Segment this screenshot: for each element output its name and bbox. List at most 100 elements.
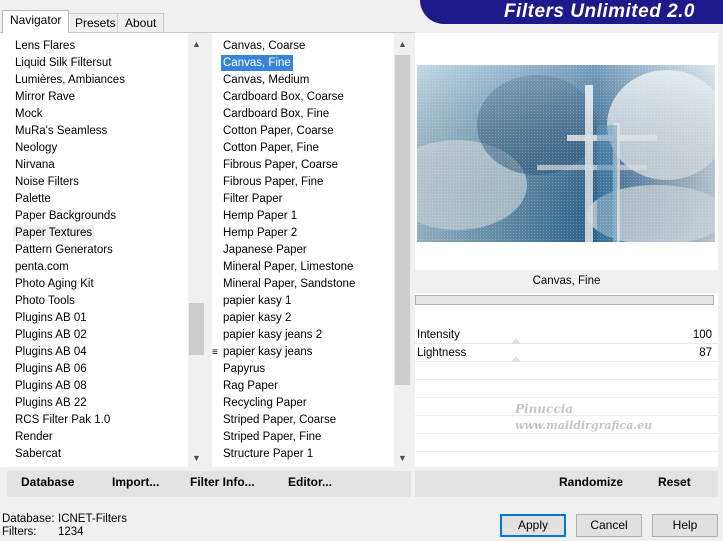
slider-marker-icon[interactable]	[511, 356, 521, 362]
list-item[interactable]: Hemp Paper 2	[212, 225, 393, 242]
list-item[interactable]: Cotton Paper, Fine	[212, 140, 393, 157]
list-item-label: Pattern Generators	[15, 244, 113, 256]
list-item[interactable]: Render	[0, 429, 187, 446]
list-item[interactable]: Canvas, Coarse	[212, 38, 393, 55]
list-item[interactable]: Mineral Paper, Sandstone	[212, 276, 393, 293]
list-item[interactable]: ≡ papier kasy jeans	[212, 344, 393, 361]
list-item[interactable]: Fibrous Paper, Coarse	[212, 157, 393, 174]
filter-scroll-thumb[interactable]	[395, 55, 410, 385]
list-item[interactable]: Japanese Paper	[212, 242, 393, 259]
param-label: Lightness	[417, 347, 467, 359]
list-item-label: Canvas, Coarse	[223, 40, 306, 52]
list-item[interactable]: Photo Aging Kit	[0, 276, 187, 293]
scroll-up-arrow-icon[interactable]: ▲	[188, 36, 205, 53]
category-scrollbar[interactable]: ▲ ▼	[188, 33, 205, 467]
status-filters: Filters: 1234	[2, 526, 84, 538]
list-item[interactable]: Recycling Paper	[212, 395, 393, 412]
list-item[interactable]: Paper Textures	[0, 225, 187, 242]
list-item[interactable]: Sabercat	[0, 446, 187, 463]
list-item[interactable]: Striped Paper, Fine	[212, 429, 393, 446]
list-item[interactable]: Rag Paper	[212, 378, 393, 395]
editor-button[interactable]: Editor...	[288, 475, 332, 489]
import-button[interactable]: Import...	[112, 475, 159, 489]
list-item-label: papier kasy jeans 2	[223, 329, 323, 341]
help-button[interactable]: Help	[652, 514, 718, 537]
list-item[interactable]: Striped Paper, Coarse	[212, 412, 393, 429]
list-item[interactable]: Neology	[0, 140, 187, 157]
list-item[interactable]: Plugins AB 01	[0, 310, 187, 327]
list-item[interactable]: MuRa's Seamless	[0, 123, 187, 140]
param-value: 87	[699, 347, 712, 359]
list-item[interactable]: Pattern Generators	[0, 242, 187, 259]
param-intensity[interactable]: Intensity 100	[415, 326, 718, 344]
list-item-label: papier kasy jeans	[223, 346, 313, 358]
list-item[interactable]: Lens Flares	[0, 38, 187, 55]
list-item[interactable]: Structure Paper 1	[212, 446, 393, 463]
list-item[interactable]: Noise Filters	[0, 174, 187, 191]
list-item-label: Canvas, Medium	[223, 74, 310, 86]
scroll-down-arrow-icon[interactable]: ▼	[394, 450, 411, 467]
list-item[interactable]: papier kasy 1	[212, 293, 393, 310]
list-item[interactable]: Filter Paper	[212, 191, 393, 208]
category-list[interactable]: Lens Flares Liquid Silk Filtersut Lumières…	[0, 33, 205, 467]
list-item[interactable]: papier kasy jeans 2	[212, 327, 393, 344]
list-item-label: Striped Paper, Coarse	[223, 414, 337, 426]
list-item[interactable]: Fibrous Paper, Fine	[212, 174, 393, 191]
list-item[interactable]: Canvas, Medium	[212, 72, 393, 89]
list-item[interactable]: RCS Filter Pak 1.0	[0, 412, 187, 429]
list-item[interactable]: Hemp Paper 1	[212, 208, 393, 225]
preview-panel: Canvas, Fine Intensity 100 Lightness 87 …	[415, 33, 718, 467]
cancel-button[interactable]: Cancel	[576, 514, 642, 537]
list-item[interactable]: Paper Backgrounds	[0, 208, 187, 225]
list-item[interactable]: Palette	[0, 191, 187, 208]
product-banner: Filters Unlimited 2.0	[420, 0, 723, 24]
randomize-button[interactable]: Randomize	[559, 475, 623, 489]
tab-presets[interactable]: Presets	[67, 13, 124, 32]
list-item[interactable]: penta.com	[0, 259, 187, 276]
tab-navigator[interactable]: Navigator	[2, 10, 70, 33]
filter-scrollbar[interactable]: ▲ ▼	[394, 33, 411, 467]
scroll-down-arrow-icon[interactable]: ▼	[188, 450, 205, 467]
list-item[interactable]: Mock	[0, 106, 187, 123]
list-item[interactable]: papier kasy 2	[212, 310, 393, 327]
category-scroll-thumb[interactable]	[189, 303, 204, 355]
list-item-label: MuRa's Seamless	[15, 125, 108, 137]
list-item[interactable]: Photo Tools	[0, 293, 187, 310]
list-item[interactable]: Nirvana	[0, 157, 187, 174]
tab-strip: Navigator Presets About	[0, 0, 420, 33]
list-item-label: Lumières, Ambiances	[15, 74, 125, 86]
list-item[interactable]: Mineral Paper, Limestone	[212, 259, 393, 276]
reset-button[interactable]: Reset	[658, 475, 691, 489]
list-item[interactable]: Plugins AB 02	[0, 327, 187, 344]
list-item[interactable]: Plugins AB 22	[0, 395, 187, 412]
list-item-label: Fibrous Paper, Fine	[223, 176, 324, 188]
list-item[interactable]: Plugins AB 04	[0, 344, 187, 361]
list-item[interactable]: Cardboard Box, Fine	[212, 106, 393, 123]
list-item-label: Paper Textures	[13, 225, 95, 241]
database-button[interactable]: Database	[21, 475, 74, 489]
status-filters-value: 1234	[58, 526, 84, 538]
apply-button[interactable]: Apply	[500, 514, 566, 537]
list-item-label: Lens Flares	[15, 40, 76, 52]
list-item[interactable]: Plugins AB 08	[0, 378, 187, 395]
list-item-label: Structure Paper 1	[223, 448, 314, 460]
list-item[interactable]: Mirror Rave	[0, 89, 187, 106]
tab-about[interactable]: About	[117, 13, 165, 32]
progress-bar	[415, 295, 714, 305]
filter-list[interactable]: Canvas, Coarse Canvas, Fine Canvas, Medium…	[212, 33, 411, 467]
filter-items: Canvas, Coarse Canvas, Fine Canvas, Medium…	[212, 38, 393, 463]
list-item[interactable]: Liquid Silk Filtersut	[0, 55, 187, 72]
list-item-label: Noise Filters	[15, 176, 79, 188]
list-item[interactable]: Papyrus	[212, 361, 393, 378]
list-item-label: Plugins AB 01	[15, 312, 87, 324]
list-item[interactable]: Cardboard Box, Coarse	[212, 89, 393, 106]
list-item[interactable]: Lumières, Ambiances	[0, 72, 187, 89]
list-item-label: Nirvana	[15, 159, 55, 171]
list-item-label: penta.com	[15, 261, 69, 273]
list-item[interactable]: Canvas, Fine	[212, 55, 393, 72]
filter-info-button[interactable]: Filter Info...	[190, 475, 255, 489]
list-item[interactable]: Cotton Paper, Coarse	[212, 123, 393, 140]
scroll-up-arrow-icon[interactable]: ▲	[394, 36, 411, 53]
list-item[interactable]: Plugins AB 06	[0, 361, 187, 378]
param-lightness[interactable]: Lightness 87	[415, 344, 718, 362]
